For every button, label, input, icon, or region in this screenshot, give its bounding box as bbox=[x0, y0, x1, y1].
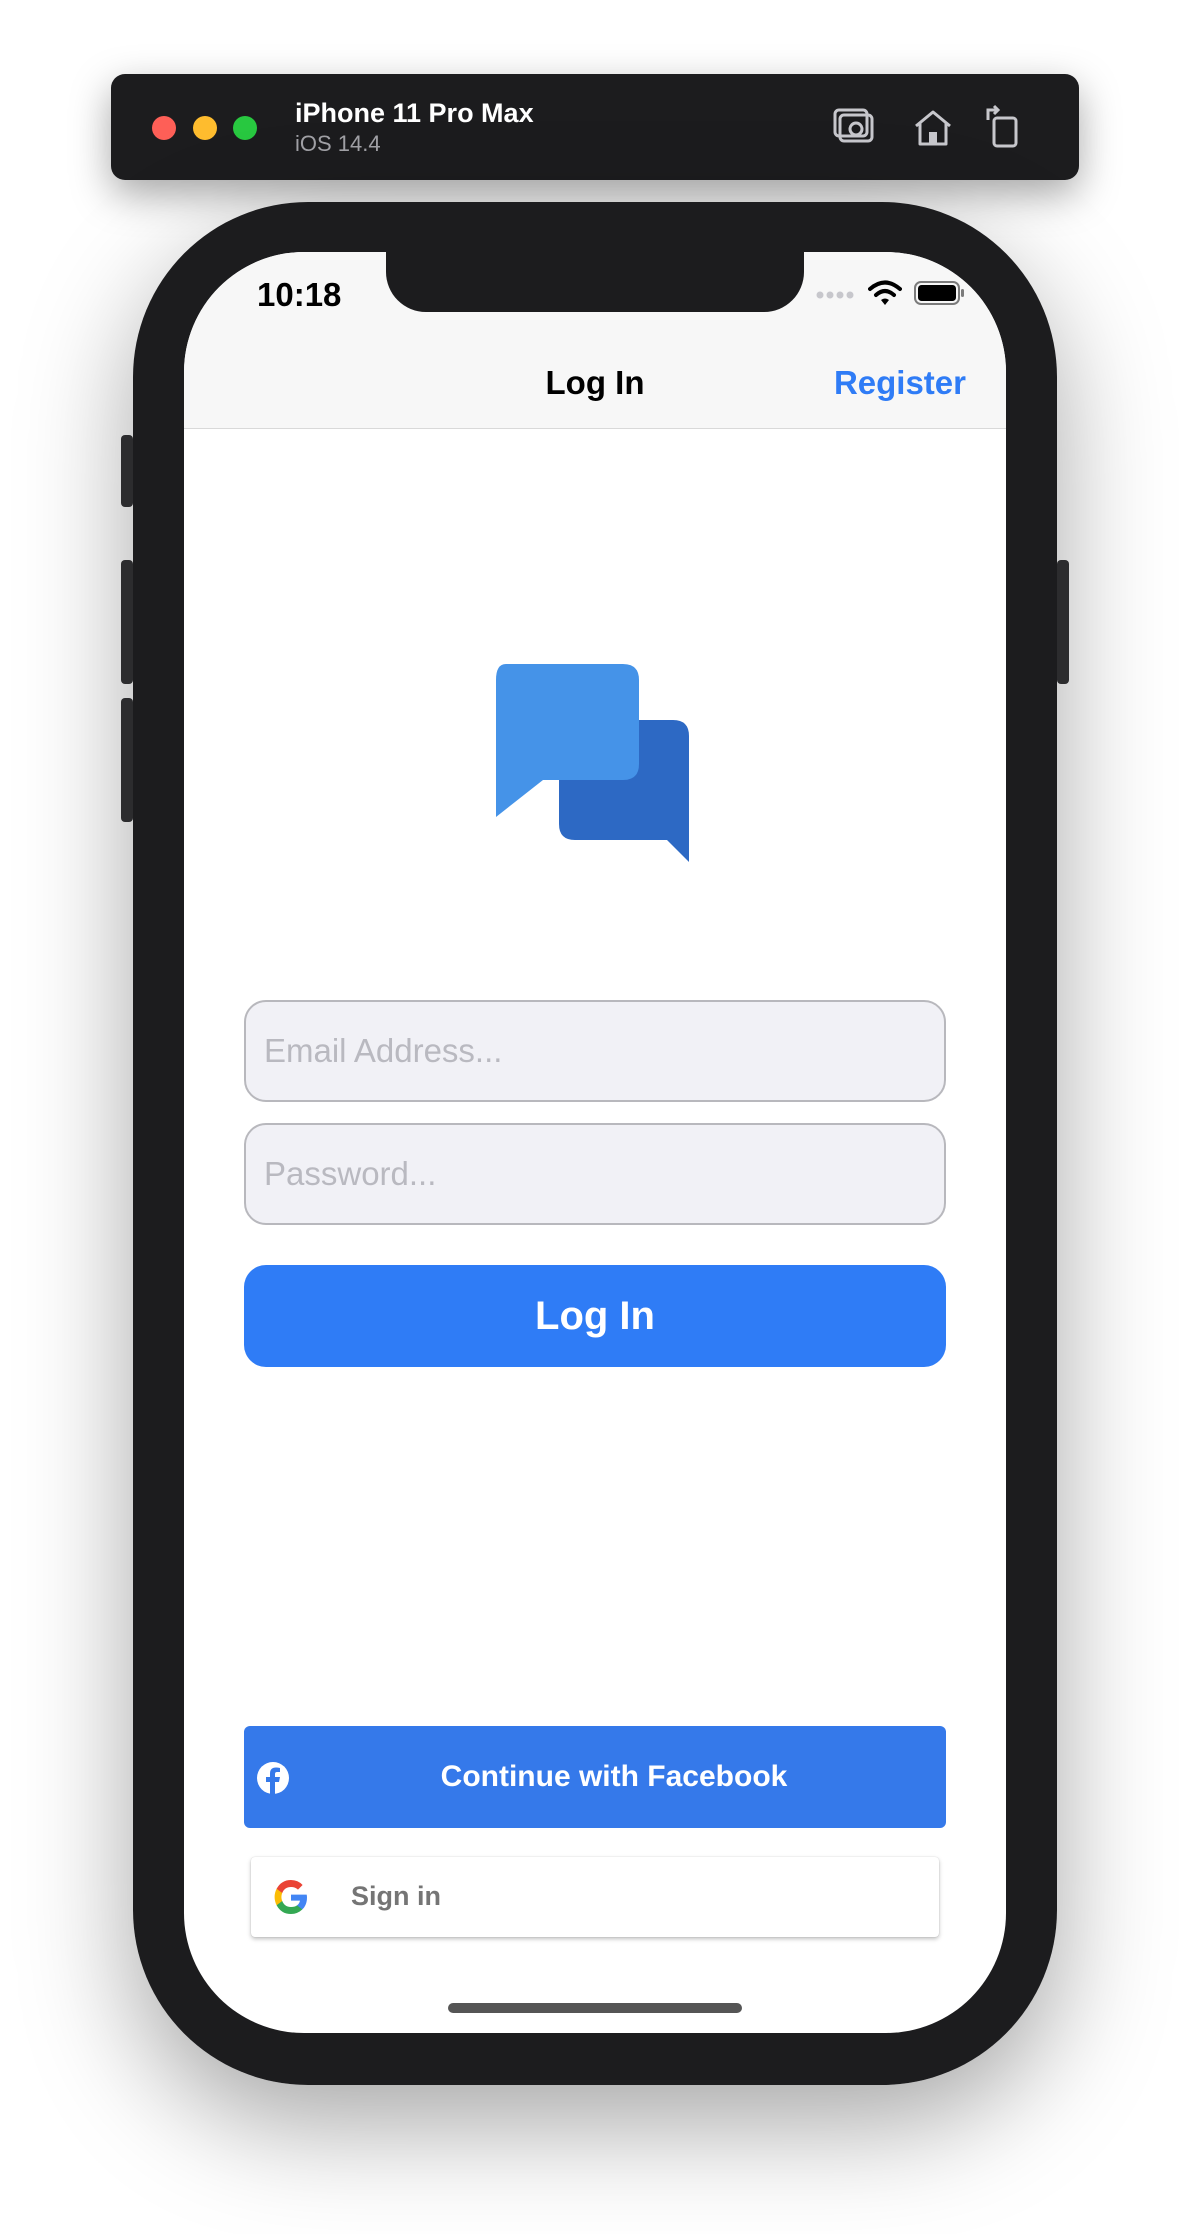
chat-bubbles-icon bbox=[489, 657, 699, 872]
google-icon bbox=[271, 1877, 311, 1922]
volume-down-button bbox=[121, 698, 133, 822]
power-button bbox=[1057, 560, 1069, 684]
register-button[interactable]: Register bbox=[834, 364, 966, 402]
battery-icon bbox=[914, 280, 966, 311]
password-field[interactable] bbox=[244, 1123, 946, 1225]
status-icons bbox=[816, 280, 966, 311]
notch bbox=[386, 252, 804, 312]
screenshot-icon[interactable] bbox=[832, 104, 878, 150]
volume-up-button bbox=[121, 560, 133, 684]
device-name: iPhone 11 Pro Max bbox=[295, 98, 534, 128]
zoom-window-button[interactable] bbox=[233, 116, 257, 140]
google-button-label: Sign in bbox=[351, 1881, 441, 1911]
facebook-login-button[interactable]: Continue with Facebook bbox=[244, 1726, 946, 1828]
close-window-button[interactable] bbox=[152, 116, 176, 140]
home-indicator bbox=[448, 2003, 742, 2013]
minimize-window-button[interactable] bbox=[193, 116, 217, 140]
google-signin-button[interactable]: Sign in bbox=[251, 1857, 939, 1937]
app-screen: Log In Register 10:18 Email Address... L… bbox=[184, 252, 1006, 2033]
rotate-icon[interactable] bbox=[984, 104, 1024, 150]
wifi-icon bbox=[868, 280, 902, 311]
home-icon[interactable] bbox=[910, 104, 956, 150]
silent-switch bbox=[121, 435, 133, 507]
signal-icon bbox=[816, 287, 856, 305]
login-button[interactable]: Log In bbox=[244, 1265, 946, 1367]
email-field[interactable] bbox=[244, 1000, 946, 1102]
status-time: 10:18 bbox=[257, 276, 342, 313]
facebook-button-label: Continue with Facebook bbox=[440, 1760, 788, 1793]
os-version: iOS 14.4 bbox=[295, 131, 381, 156]
